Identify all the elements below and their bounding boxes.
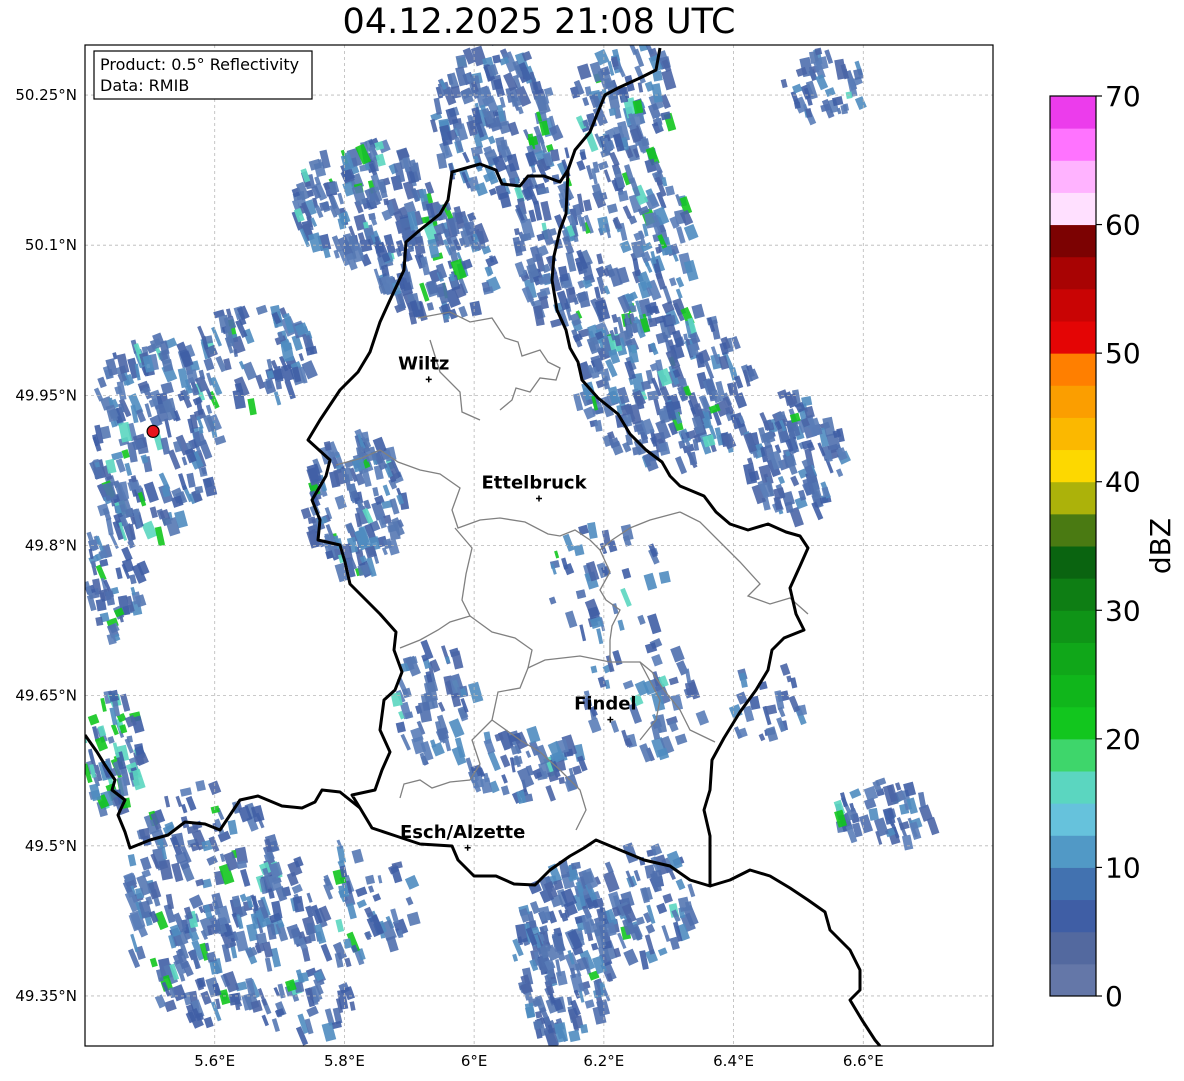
echo-cell: [511, 96, 522, 107]
echo-cell: [228, 992, 241, 1006]
colorbar-segment: [1050, 513, 1096, 547]
colorbar-segment: [1050, 899, 1096, 933]
lat-tick-label: 49.95°N: [15, 386, 77, 404]
lat-tick-label: 49.35°N: [15, 987, 77, 1005]
radar-figure: Wiltz Ettelbruck Findel Esch/Alzette Produc…: [15, 44, 1177, 1070]
echo-cell: [648, 317, 658, 328]
lon-tick-label: 6°E: [461, 1052, 488, 1070]
colorbar-tick-label: 40: [1105, 466, 1141, 499]
info-data-source: Data: RMIB: [100, 76, 189, 95]
lat-tick-label: 49.5°N: [25, 837, 77, 855]
colorbar-tick-label: 10: [1105, 851, 1141, 884]
lat-tick-label: 50.25°N: [15, 86, 77, 104]
colorbar-segment: [1050, 353, 1096, 386]
colorbar-segment: [1050, 256, 1096, 290]
colorbar-segment: [1050, 128, 1096, 161]
colorbar-tick-label: 0: [1105, 980, 1123, 1013]
colorbar-segment: [1050, 417, 1096, 451]
colorbar-tick-label: 20: [1105, 723, 1141, 756]
colorbar-segment: [1050, 224, 1096, 258]
echo-cell: [138, 827, 151, 840]
radar-site: [146, 424, 160, 438]
city-label: Ettelbruck: [481, 472, 587, 493]
colorbar: 0 10 20 30 40 50 60 70 dBZ: [1049, 80, 1177, 1013]
echo-cell: [629, 305, 637, 313]
colorbar-segment: [1050, 610, 1096, 643]
echo-cell: [608, 107, 617, 117]
echo-cell: [95, 598, 107, 612]
colorbar-segment: [1050, 867, 1096, 901]
echo-cell: [558, 776, 566, 785]
colorbar-segment: [1050, 931, 1096, 965]
colorbar-segment: [1050, 642, 1096, 676]
colorbar-segment: [1050, 192, 1096, 226]
colorbar-segment: [1050, 321, 1096, 354]
lon-tick-label: 6.6°E: [843, 1052, 884, 1070]
colorbar-segment: [1050, 803, 1096, 836]
city-label: Findel: [574, 694, 637, 715]
colorbar-segment: [1050, 546, 1096, 579]
colorbar-segment: [1050, 963, 1096, 997]
colorbar-segment: [1050, 771, 1096, 804]
colorbar-segment: [1050, 481, 1096, 515]
city-label: Esch/Alzette: [400, 822, 525, 843]
colorbar-tick-label: 70: [1105, 80, 1141, 113]
colorbar-segment: [1050, 160, 1096, 193]
colorbar-segment: [1050, 385, 1096, 418]
lon-tick-label: 6.4°E: [713, 1052, 754, 1070]
colorbar-segment: [1050, 288, 1096, 322]
lat-tick-label: 49.8°N: [25, 537, 77, 555]
info-box: Product: 0.5° Reflectivity Data: RMIB: [93, 50, 313, 100]
colorbar-segment: [1050, 835, 1096, 868]
lat-tick-label: 50.1°N: [25, 236, 77, 254]
echo-cell: [664, 314, 677, 326]
map-background: [85, 45, 993, 1046]
echo-cell: [533, 1020, 543, 1030]
map-area: Wiltz Ettelbruck Findel Esch/Alzette Produc…: [85, 45, 993, 1046]
lon-tick-label: 6.2°E: [583, 1052, 624, 1070]
colorbar-tick-label: 50: [1105, 337, 1141, 370]
radar-site-marker: [146, 424, 160, 438]
colorbar-tick-label: 60: [1105, 209, 1141, 242]
lat-tick-label: 49.65°N: [15, 687, 77, 705]
echo-cell: [492, 54, 502, 64]
city-label: Wiltz: [398, 353, 449, 374]
colorbar-label: dBZ: [1144, 518, 1177, 574]
colorbar-segment: [1050, 96, 1096, 129]
info-product: Product: 0.5° Reflectivity: [100, 55, 299, 74]
colorbar-segment: [1050, 449, 1096, 483]
colorbar-segment: [1050, 578, 1096, 611]
colorbar-segment: [1050, 706, 1096, 740]
lon-tick-label: 5.8°E: [324, 1052, 365, 1070]
colorbar-tick-label: 30: [1105, 594, 1141, 627]
lon-tick-label: 5.6°E: [194, 1052, 235, 1070]
colorbar-segment: [1050, 738, 1096, 772]
colorbar-segment: [1050, 674, 1096, 708]
